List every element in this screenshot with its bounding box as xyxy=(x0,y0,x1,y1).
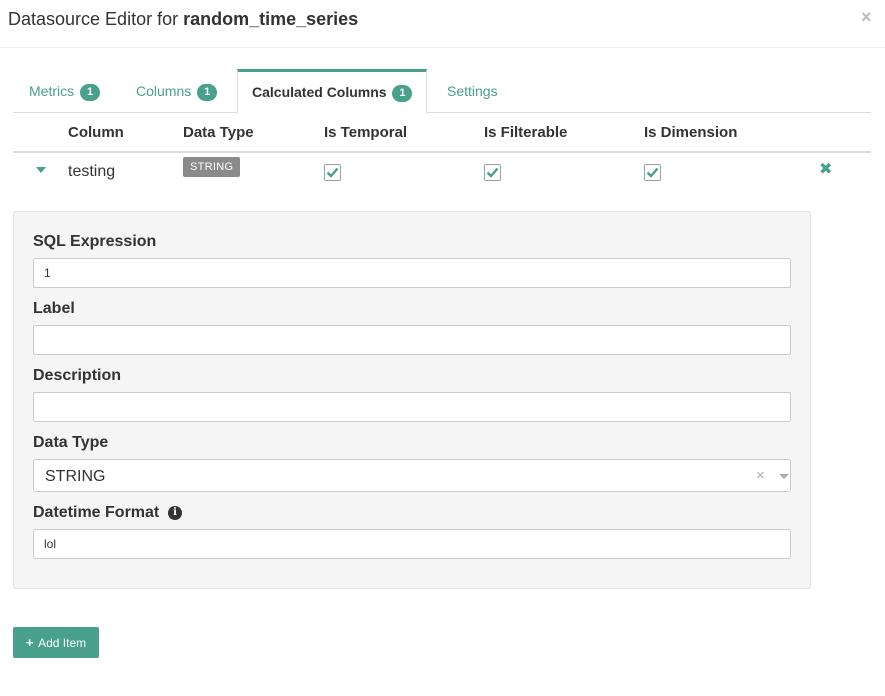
checkmark-icon xyxy=(326,167,339,178)
is-temporal-checkbox[interactable] xyxy=(324,164,341,181)
data-type-select-value: STRING xyxy=(45,468,106,485)
modal-title-prefix: Datasource Editor for xyxy=(8,9,179,29)
data-type-select[interactable]: STRING × xyxy=(33,459,791,492)
caret-down-icon[interactable] xyxy=(36,167,46,173)
tab-settings-label: Settings xyxy=(447,83,498,99)
header-column: Column xyxy=(68,124,124,141)
header-data-type: Data Type xyxy=(183,124,254,141)
tab-metrics-label: Metrics xyxy=(29,83,75,99)
data-type-label: STRING xyxy=(183,157,241,177)
description-label: Description xyxy=(33,367,122,384)
delete-icon[interactable]: ✖ xyxy=(819,161,832,179)
tab-columns[interactable]: Columns 1 xyxy=(136,69,218,113)
tab-metrics-badge: 1 xyxy=(80,84,101,101)
tab-metrics[interactable]: Metrics 1 xyxy=(29,69,101,113)
plus-icon: + xyxy=(25,635,34,650)
modal-title: Datasource Editor for random_time_series xyxy=(8,9,358,30)
tab-calculated-columns[interactable]: Calculated Columns 1 xyxy=(237,69,428,114)
modal-header: Datasource Editor for random_time_series… xyxy=(0,0,885,48)
label-input[interactable] xyxy=(33,325,791,355)
checkmark-icon xyxy=(646,167,659,178)
info-icon[interactable]: i xyxy=(168,506,182,520)
tab-columns-badge: 1 xyxy=(197,84,218,101)
add-item-button[interactable]: + Add Item xyxy=(13,627,99,658)
tab-settings[interactable]: Settings xyxy=(447,69,498,113)
label-label: Label xyxy=(33,300,75,317)
clear-icon[interactable]: × xyxy=(756,468,765,484)
header-is-temporal: Is Temporal xyxy=(324,124,408,141)
checkmark-icon xyxy=(486,167,499,178)
header-is-dimension: Is Dimension xyxy=(644,124,738,141)
column-name: testing xyxy=(68,163,116,180)
is-dimension-checkbox[interactable] xyxy=(644,164,661,181)
datetime-format-input[interactable] xyxy=(33,529,791,559)
tab-columns-label: Columns xyxy=(136,83,192,99)
header-is-filterable: Is Filterable xyxy=(484,124,568,141)
add-item-label: Add Item xyxy=(38,636,87,650)
sql-expression-label: SQL Expression xyxy=(33,233,157,250)
is-filterable-checkbox[interactable] xyxy=(484,164,501,181)
tab-bar: Metrics 1 Columns 1 Calculated Columns 1… xyxy=(13,69,871,114)
sql-expression-input[interactable] xyxy=(33,258,791,288)
tab-calculated-columns-label: Calculated Columns xyxy=(252,84,387,100)
description-input[interactable] xyxy=(33,392,791,422)
tab-calculated-columns-badge: 1 xyxy=(392,85,413,102)
chevron-down-icon[interactable] xyxy=(779,474,789,479)
datetime-format-label: Datetime Format xyxy=(33,504,160,521)
data-type-field-label: Data Type xyxy=(33,434,109,451)
table-header-divider xyxy=(13,151,871,153)
datasource-name: random_time_series xyxy=(183,9,359,29)
close-icon[interactable]: × xyxy=(861,7,872,27)
